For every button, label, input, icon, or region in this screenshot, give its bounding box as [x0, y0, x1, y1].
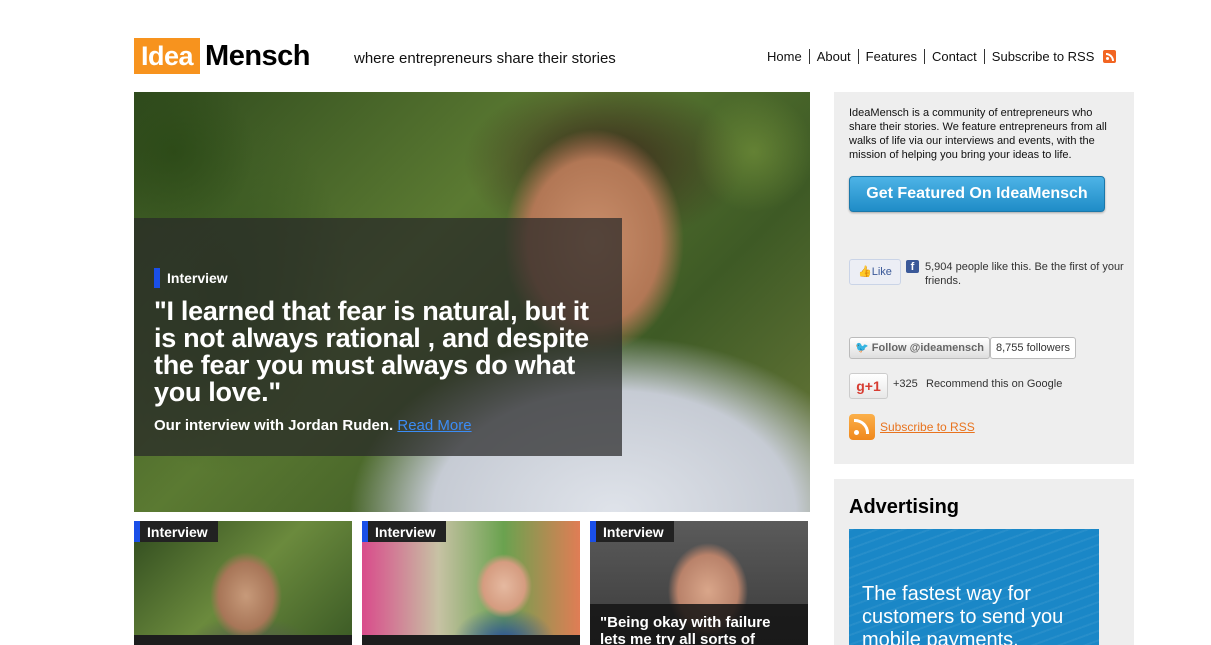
twitter-follow-button[interactable]: 🐦 Follow @ideamensch	[849, 337, 990, 359]
hero-tag: Interview	[154, 268, 228, 288]
main-nav: Home About Features Contact Subscribe to…	[760, 49, 1117, 64]
thumb-tag: Interview	[362, 521, 446, 542]
hero-quote: "I learned that fear is natural, but it …	[154, 296, 589, 407]
thumb-tag: Interview	[590, 521, 674, 542]
gplus-label: +1	[864, 378, 881, 394]
advertisement-banner[interactable]: The fastest way for customers to send yo…	[849, 529, 1099, 645]
google-plus-text: Recommend this on Google	[926, 378, 1063, 390]
hero-feature[interactable]: Interview "I learned that fear is natura…	[134, 92, 810, 512]
sidebar-about-box: IdeaMensch is a community of entrepreneu…	[834, 92, 1134, 464]
thumb-interview-3[interactable]: Interview "Being okay with failure lets …	[590, 521, 808, 645]
logo-mensch: Mensch	[205, 40, 311, 72]
nav-features[interactable]: Features	[859, 49, 925, 64]
ad-text: The fastest way for customers to send yo…	[862, 583, 1064, 645]
hero-subtitle: Our interview with Jordan Ruden. Read Mo…	[154, 417, 472, 434]
nav-home[interactable]: Home	[760, 49, 810, 64]
about-text: IdeaMensch is a community of entrepreneu…	[849, 107, 1107, 161]
thumb-caption-overlay: "Being okay with failure lets me try all…	[590, 604, 808, 645]
twitter-icon: 🐦	[855, 342, 869, 354]
get-featured-button[interactable]: Get Featured On IdeaMensch	[849, 176, 1105, 212]
thumb-caption-strip	[362, 635, 580, 645]
thumb-tag: Interview	[134, 521, 218, 542]
advertising-title: Advertising	[849, 496, 960, 518]
thumb-interview-2[interactable]: Interview	[362, 521, 580, 645]
tag-marker	[134, 521, 140, 542]
rss-icon[interactable]	[849, 414, 875, 440]
rss-icon[interactable]	[1103, 50, 1117, 63]
thumbs-up-icon: 👍	[858, 266, 872, 278]
google-plus-button[interactable]: g+1	[849, 373, 888, 399]
facebook-like-button[interactable]: 👍Like	[849, 259, 901, 285]
tag-marker	[154, 268, 160, 288]
thumb-tag-label: Interview	[147, 523, 208, 540]
facebook-icon: f	[906, 260, 919, 273]
nav-about[interactable]: About	[810, 49, 859, 64]
thumb-caption-strip	[134, 635, 352, 645]
twitter-follower-count: 8,755 followers	[990, 337, 1076, 359]
google-g-icon: g	[856, 378, 865, 394]
hero-caption-overlay: Interview "I learned that fear is natura…	[134, 218, 622, 456]
tag-marker	[590, 521, 596, 542]
subscribe-rss-link[interactable]: Subscribe to RSS	[880, 420, 975, 434]
logo[interactable]: Idea Mensch	[134, 38, 311, 74]
hero-tag-label: Interview	[167, 270, 228, 286]
nav-subscribe-rss[interactable]: Subscribe to RSS	[985, 49, 1102, 64]
tag-marker	[362, 521, 368, 542]
google-plus-count: +325	[893, 378, 918, 390]
thumb-tag-label: Interview	[375, 523, 436, 540]
read-more-link[interactable]: Read More	[397, 417, 471, 434]
hero-subtitle-text: Our interview with Jordan Ruden.	[154, 417, 394, 434]
logo-idea: Idea	[134, 38, 201, 74]
thumb-tag-label: Interview	[603, 523, 664, 540]
like-label: Like	[871, 266, 892, 278]
sidebar-advertising-box: Advertising The fastest way for customer…	[834, 479, 1134, 645]
tagline: where entrepreneurs share their stories	[354, 50, 616, 67]
nav-contact[interactable]: Contact	[925, 49, 985, 64]
twitter-follow-label: Follow @ideamensch	[871, 342, 984, 354]
facebook-like-count: 5,904 people like this. Be the first of …	[925, 261, 1124, 287]
thumb-interview-1[interactable]: Interview	[134, 521, 352, 645]
thumb-quote: "Being okay with failure lets me try all…	[600, 614, 771, 645]
